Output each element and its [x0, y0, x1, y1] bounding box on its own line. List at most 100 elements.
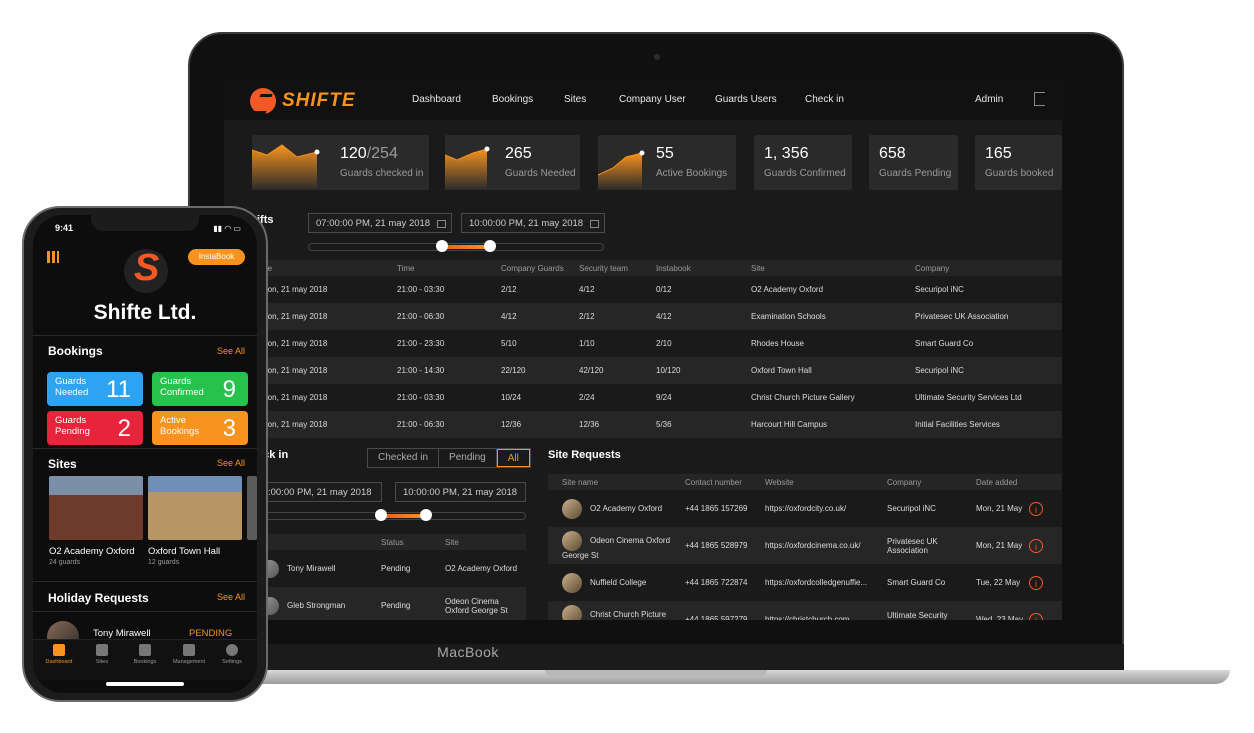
col-date[interactable]: ate: [260, 260, 396, 276]
table-header: er Status Site: [260, 534, 526, 550]
table-header: ate Time Company Guards Security team In…: [260, 260, 1062, 276]
nav-check-in[interactable]: Check in: [805, 94, 844, 105]
stat-card-checked-in[interactable]: 120/254 Guards checked in: [252, 135, 429, 190]
table-cell: Smart Guard Co: [915, 339, 974, 348]
divider: [33, 611, 257, 612]
site-photo-o2[interactable]: [49, 476, 143, 540]
table-cell: Mon, 21 may 2018: [261, 339, 328, 348]
nav-bookings[interactable]: Bookings: [492, 94, 533, 105]
shifts-range-slider[interactable]: [308, 240, 604, 252]
table-cell: +44 1865 528979: [684, 527, 764, 564]
table-cell: +44 1865 597279: [684, 601, 764, 620]
table-row[interactable]: Mon, 21 may 2018 21:00 - 06:30 4/12 2/12 4/1…: [260, 303, 1062, 330]
checkin-to-date[interactable]: 10:00:00 PM, 21 may 2018: [395, 482, 526, 502]
table-row[interactable]: Tony Mirawell Pending O2 Academy Oxford: [260, 550, 526, 587]
col-site[interactable]: Site: [444, 534, 526, 550]
site-name: Odeon Cinema Oxford George St: [444, 587, 526, 620]
stat-value: 120: [340, 145, 367, 162]
table-cell: 2/24: [579, 393, 595, 402]
table-row[interactable]: Gleb Strongman Pending Odeon Cinema Oxford…: [260, 587, 526, 620]
table-cell: 21:00 - 06:30: [396, 411, 500, 438]
checkin-range-slider[interactable]: [260, 509, 526, 521]
table-row[interactable]: Mon, 21 may 2018 21:00 - 03:30 10/24 2/24 9/…: [260, 384, 1062, 411]
table-row[interactable]: Mon, 21 may 2018 21:00 - 14:30 22/120 42/12…: [260, 357, 1062, 384]
col-company[interactable]: Company: [886, 474, 975, 490]
slider-handle-start[interactable]: [374, 509, 387, 521]
gear-icon: [226, 644, 238, 656]
col-instabook[interactable]: Instabook: [655, 260, 750, 276]
qr-code-icon[interactable]: [47, 251, 59, 263]
col-status[interactable]: Status: [380, 534, 444, 550]
site-photo-next[interactable]: [247, 476, 257, 540]
col-security-team[interactable]: Security team: [578, 260, 655, 276]
table-cell: Ultimate Security Services Ltd: [915, 393, 1022, 402]
stat-label: Guards checked in: [340, 168, 424, 179]
tab-settings[interactable]: Settings: [212, 644, 252, 665]
slider-handle-end[interactable]: [483, 240, 496, 252]
site-photo-town-hall[interactable]: [148, 476, 242, 540]
col-company[interactable]: Company: [914, 260, 1062, 276]
shifts-to-date[interactable]: 10:00:00 PM, 21 may 2018: [461, 213, 605, 233]
filter-checked-in[interactable]: Checked in: [368, 449, 440, 467]
instabook-button[interactable]: InstaBook: [188, 249, 245, 265]
nav-guards-users[interactable]: Guards Users: [715, 94, 777, 105]
stat-card-needed[interactable]: 265 Guards Needed: [445, 135, 580, 190]
col-time[interactable]: Time: [396, 260, 500, 276]
booking-tile[interactable]: Guards Pending 2: [47, 411, 143, 445]
stat-label: Guards booked: [985, 168, 1054, 179]
nav-dashboard[interactable]: Dashboard: [412, 94, 461, 105]
col-site-name[interactable]: Site name: [548, 474, 684, 490]
booking-tile[interactable]: Guards Needed 11: [47, 372, 143, 406]
holiday-see-all[interactable]: See All: [217, 592, 245, 602]
table-row[interactable]: Odeon Cinema Oxford George St +44 1865 52…: [548, 527, 1062, 564]
table-row[interactable]: O2 Academy Oxford +44 1865 157269 https://…: [548, 490, 1062, 527]
table-cell: https://christchurch.com: [764, 601, 886, 620]
col-contact[interactable]: Contact number: [684, 474, 764, 490]
bookings-see-all[interactable]: See All: [217, 346, 245, 356]
logo[interactable]: SHIFTE: [250, 88, 356, 114]
stat-card-active-bookings[interactable]: 55 Active Bookings: [598, 135, 736, 190]
nav-sites[interactable]: Sites: [564, 94, 586, 105]
table-row[interactable]: Mon, 21 may 2018 21:00 - 03:30 2/12 4/12 0/1…: [260, 276, 1062, 303]
tab-bookings[interactable]: Bookings: [125, 644, 165, 665]
table-row[interactable]: Christ Church Picture Gallery+44 1865 59…: [548, 601, 1062, 620]
table-cell: 21:00 - 23:30: [397, 339, 445, 348]
info-icon[interactable]: i: [1029, 612, 1043, 620]
table-row[interactable]: Mon, 21 may 2018 21:00 - 23:30 5/10 1/10 2/1…: [260, 330, 1062, 357]
shifts-table: ate Time Company Guards Security team In…: [260, 260, 1062, 438]
checkin-from-date[interactable]: :00:00 PM, 21 may 2018: [260, 482, 382, 502]
tab-management[interactable]: Management: [169, 644, 209, 665]
col-website[interactable]: Website: [764, 474, 886, 490]
logo-text: SHIFTE: [282, 90, 356, 111]
nav-company-user[interactable]: Company User: [619, 94, 686, 105]
slider-handle-end[interactable]: [419, 509, 432, 521]
nav-admin[interactable]: Admin: [975, 94, 1003, 105]
info-icon[interactable]: i: [1029, 501, 1043, 516]
tab-sites[interactable]: Sites: [82, 644, 122, 665]
table-cell: 10/24: [501, 393, 522, 402]
table-cell: 4/12: [655, 303, 750, 330]
filter-pending[interactable]: Pending: [439, 449, 497, 467]
table-row[interactable]: Mon, 21 may 2018 21:00 - 06:30 12/36 12/36 5…: [260, 411, 1062, 438]
stat-card-pending[interactable]: 658 Guards Pending: [869, 135, 958, 190]
tile-label: Guards Needed: [55, 376, 89, 398]
sites-see-all[interactable]: See All: [217, 458, 245, 468]
tab-dashboard[interactable]: Dashboard: [39, 644, 79, 665]
shifts-from-date[interactable]: 07:00:00 PM, 21 may 2018: [308, 213, 452, 233]
info-icon[interactable]: i: [1029, 575, 1043, 590]
filter-all[interactable]: All: [496, 449, 530, 467]
slider-handle-start[interactable]: [436, 240, 449, 252]
col-user[interactable]: er: [260, 534, 380, 550]
col-company-guards[interactable]: Company Guards: [500, 260, 578, 276]
tab-label: Bookings: [133, 659, 157, 665]
info-icon[interactable]: i: [1029, 538, 1043, 553]
col-site[interactable]: Site: [750, 260, 914, 276]
tab-bar: Dashboard Sites Bookings Management Sett…: [33, 639, 257, 680]
stat-card-confirmed[interactable]: 1, 356 Guards Confirmed: [754, 135, 852, 190]
booking-tile[interactable]: Active Bookings 3: [152, 411, 248, 445]
col-date-added[interactable]: Date added: [975, 474, 1028, 490]
table-row[interactable]: Nuffield College +44 1865 722874 https://o…: [548, 564, 1062, 601]
booking-tile[interactable]: Guards Confirmed 9: [152, 372, 248, 406]
stat-card-booked[interactable]: 165 Guards booked: [975, 135, 1062, 190]
logout-icon[interactable]: [1034, 92, 1045, 106]
